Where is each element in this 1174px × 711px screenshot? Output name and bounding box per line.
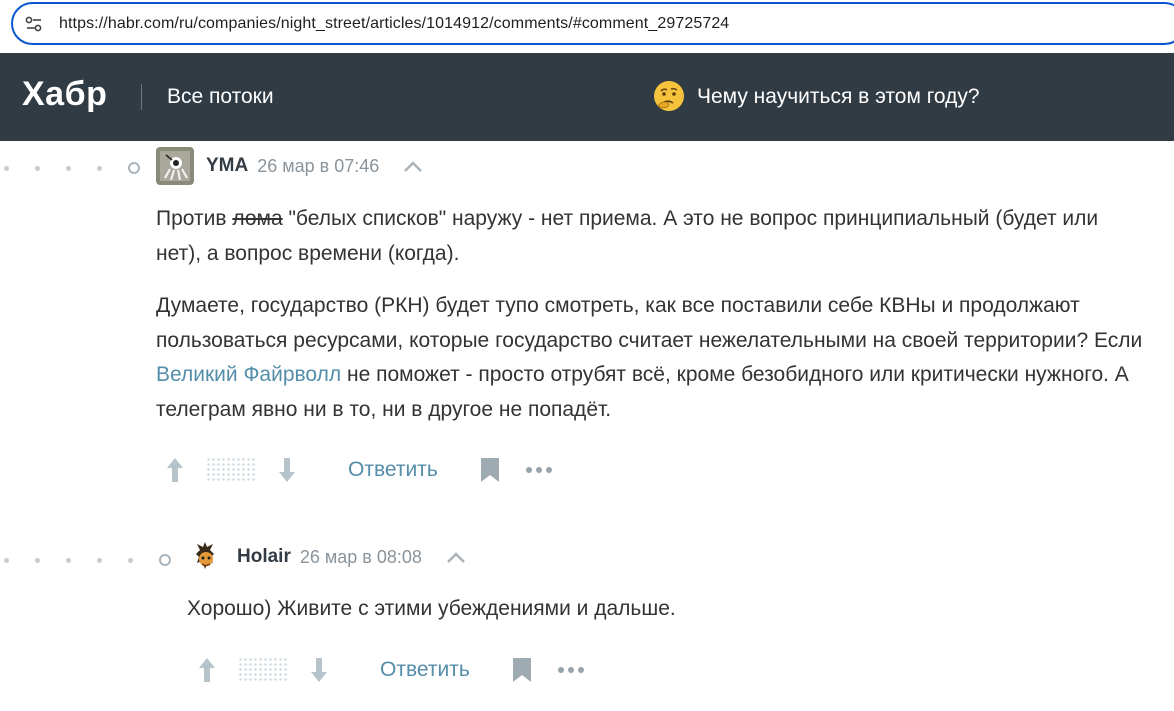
comment-actions: Ответить xyxy=(196,656,588,684)
avatar[interactable] xyxy=(156,147,194,185)
thinking-face-icon[interactable] xyxy=(652,79,686,113)
browser-toolbar: https://habr.com/ru/companies/night_stre… xyxy=(0,0,1174,53)
url-text[interactable]: https://habr.com/ru/companies/night_stre… xyxy=(59,15,729,33)
address-bar[interactable]: https://habr.com/ru/companies/night_stre… xyxy=(11,2,1174,45)
comment-author[interactable]: Holair xyxy=(237,546,291,568)
vote-down-icon[interactable] xyxy=(308,656,330,684)
thread-level-indicator xyxy=(4,554,171,566)
site-header: Хабр Все потоки Чему научиться в этом го… xyxy=(0,53,1174,141)
chevron-up-icon[interactable] xyxy=(403,159,423,173)
rating-placeholder xyxy=(206,457,256,483)
chevron-up-icon[interactable] xyxy=(446,550,466,564)
vote-down-icon[interactable] xyxy=(276,456,298,484)
comment-author[interactable]: YMA xyxy=(206,155,248,177)
all-flows-link[interactable]: Все потоки xyxy=(167,85,274,109)
vote-up-icon[interactable] xyxy=(196,656,218,684)
comment-time[interactable]: 26 мар в 08:08 xyxy=(300,547,422,568)
header-divider xyxy=(141,84,142,110)
reply-button[interactable]: Ответить xyxy=(380,658,470,682)
comment-time[interactable]: 26 мар в 07:46 xyxy=(257,156,379,177)
promo-link[interactable]: Чему научиться в этом году? xyxy=(697,85,980,109)
comment-header: YMA 26 мар в 07:46 xyxy=(156,147,423,185)
more-options-icon[interactable] xyxy=(557,667,588,673)
comment-actions: Ответить xyxy=(164,456,556,484)
thread-level-indicator xyxy=(4,162,140,174)
bookmark-icon[interactable] xyxy=(480,457,500,483)
comment-paragraph: Думаете, государство (РКН) будет тупо см… xyxy=(156,294,1143,421)
rating-placeholder xyxy=(238,657,288,683)
comment-header: Holair 26 мар в 08:08 xyxy=(187,538,466,576)
comment-paragraph: Хорошо) Живите с этими убеждениями и дал… xyxy=(187,597,676,620)
vote-up-icon[interactable] xyxy=(164,456,186,484)
comment-body: Против лома "белых списков" наружу - нет… xyxy=(156,202,1146,445)
comment-paragraph: Против лома "белых списков" наружу - нет… xyxy=(156,207,1099,265)
reply-button[interactable]: Ответить xyxy=(348,458,438,482)
avatar[interactable] xyxy=(187,538,225,576)
comment-body: Хорошо) Живите с этими убеждениями и дал… xyxy=(187,592,1087,645)
habr-logo[interactable]: Хабр xyxy=(22,75,107,114)
great-firewall-link[interactable]: Великий Файрволл xyxy=(156,363,341,386)
bookmark-icon[interactable] xyxy=(512,657,532,683)
site-settings-icon[interactable] xyxy=(25,15,43,33)
strikethrough-text: лома xyxy=(232,207,283,230)
more-options-icon[interactable] xyxy=(525,467,556,473)
